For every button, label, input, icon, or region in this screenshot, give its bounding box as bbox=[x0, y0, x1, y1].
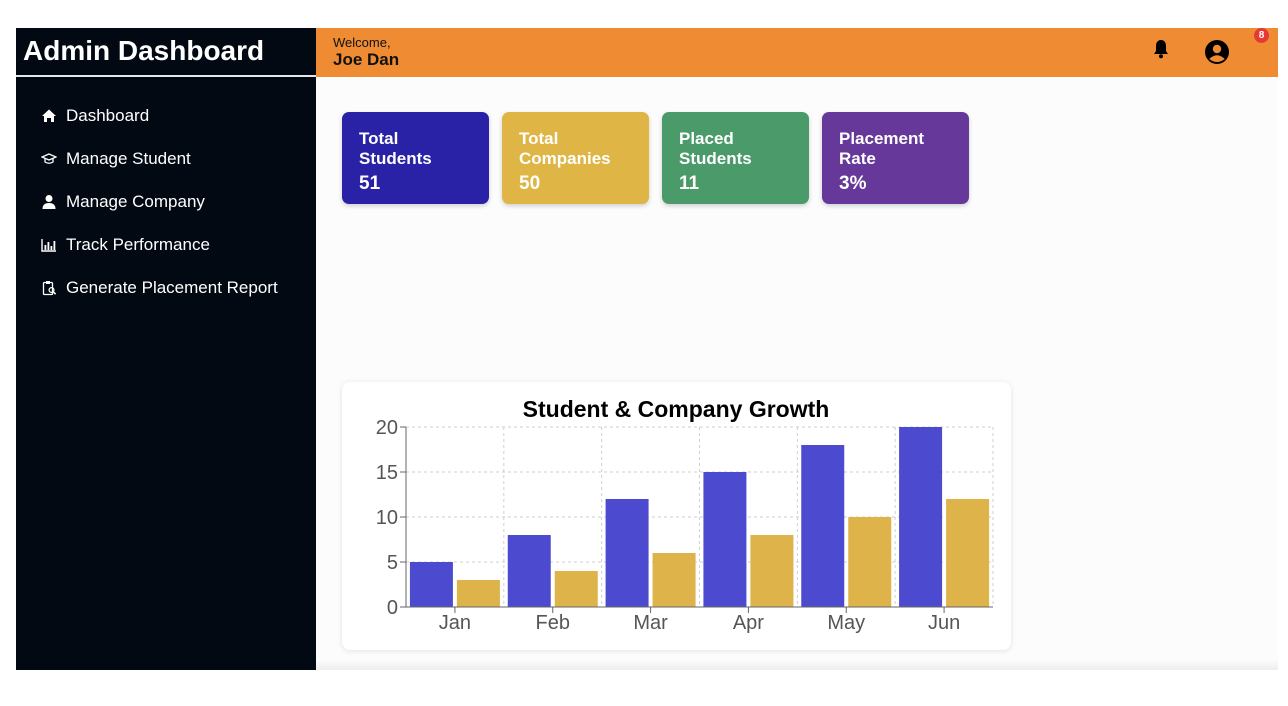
bar-jun-series-1 bbox=[899, 427, 943, 607]
sidebar-item-label: Manage Company bbox=[66, 192, 205, 211]
x-tick-label: Jan bbox=[439, 612, 471, 634]
stat-title: Total Students bbox=[359, 129, 432, 168]
y-tick-label: 0 bbox=[387, 597, 398, 619]
bar-jun-series-2 bbox=[946, 499, 990, 607]
growth-chart: Student & Company Growth Jan Feb Mar Apr May J… bbox=[376, 396, 994, 634]
sidebar-item-generate-report[interactable]: Generate Placement Report bbox=[40, 276, 278, 300]
y-tick-label: 15 bbox=[376, 462, 398, 484]
bar-apr-series-1 bbox=[703, 472, 747, 607]
y-tick-label: 20 bbox=[376, 417, 398, 439]
user-icon bbox=[40, 193, 58, 211]
user-name: Joe Dan bbox=[333, 50, 400, 69]
stat-title: Placement Rate bbox=[839, 129, 925, 168]
bar-jan-series-1 bbox=[409, 562, 453, 607]
x-tick-label: Apr bbox=[733, 612, 764, 634]
bell-icon[interactable] bbox=[1152, 39, 1170, 59]
bar-apr-series-2 bbox=[750, 535, 794, 607]
top-bar: Welcome, Joe Dan 8 bbox=[316, 28, 1278, 77]
stat-card-placement-rate[interactable]: Placement Rate 3% bbox=[822, 112, 969, 204]
home-icon bbox=[40, 107, 58, 125]
bar-may-series-2 bbox=[848, 517, 892, 607]
app-title: Admin Dashboard bbox=[16, 28, 316, 77]
notification-badge: 8 bbox=[1254, 28, 1269, 43]
stat-value: 11 bbox=[679, 173, 700, 194]
sidebar-item-label: Generate Placement Report bbox=[66, 278, 278, 297]
divider bbox=[316, 660, 1278, 670]
x-tick-label: May bbox=[827, 612, 865, 634]
y-tick-label: 5 bbox=[387, 552, 398, 574]
sidebar: Admin Dashboard Dashboard Manage Student… bbox=[16, 28, 316, 670]
stat-card-total-students[interactable]: Total Students 51 bbox=[342, 112, 489, 204]
growth-chart-card: Student & Company Growth Jan Feb Mar Apr May J… bbox=[342, 382, 1011, 650]
sidebar-item-label: Dashboard bbox=[66, 106, 150, 125]
y-tick-label: 10 bbox=[376, 507, 398, 529]
sidebar-item-manage-student[interactable]: Manage Student bbox=[40, 147, 191, 171]
stat-title: Total Companies bbox=[519, 129, 611, 168]
chart-title: Student & Company Growth bbox=[523, 396, 830, 422]
bar-may-series-1 bbox=[801, 445, 845, 607]
stat-value: 3% bbox=[839, 173, 867, 194]
welcome-text: Welcome, bbox=[333, 35, 391, 50]
bar-mar-series-2 bbox=[652, 553, 696, 607]
stat-title: Placed Students bbox=[679, 129, 752, 168]
bar-chart-icon bbox=[40, 236, 58, 254]
bar-feb-series-1 bbox=[507, 535, 551, 607]
user-circle-icon[interactable] bbox=[1205, 40, 1229, 64]
stat-card-total-companies[interactable]: Total Companies 50 bbox=[502, 112, 649, 204]
stat-card-placed-students[interactable]: Placed Students 11 bbox=[662, 112, 809, 204]
stat-value: 50 bbox=[519, 173, 541, 194]
x-tick-label: Feb bbox=[536, 612, 570, 634]
stat-value: 51 bbox=[359, 173, 381, 194]
bar-feb-series-2 bbox=[554, 571, 598, 607]
x-tick-label: Jun bbox=[928, 612, 960, 634]
sidebar-item-track-performance[interactable]: Track Performance bbox=[40, 233, 210, 257]
sidebar-item-label: Track Performance bbox=[66, 235, 210, 254]
bar-mar-series-1 bbox=[605, 499, 649, 607]
bar-jan-series-2 bbox=[456, 580, 500, 607]
x-tick-label: Mar bbox=[633, 612, 668, 634]
app-window: Admin Dashboard Dashboard Manage Student… bbox=[16, 28, 1278, 670]
sidebar-item-dashboard[interactable]: Dashboard bbox=[40, 104, 149, 128]
sidebar-item-label: Manage Student bbox=[66, 149, 191, 168]
graduation-cap-icon bbox=[40, 150, 58, 168]
clipboard-search-icon bbox=[40, 279, 58, 297]
sidebar-item-manage-company[interactable]: Manage Company bbox=[40, 190, 205, 214]
